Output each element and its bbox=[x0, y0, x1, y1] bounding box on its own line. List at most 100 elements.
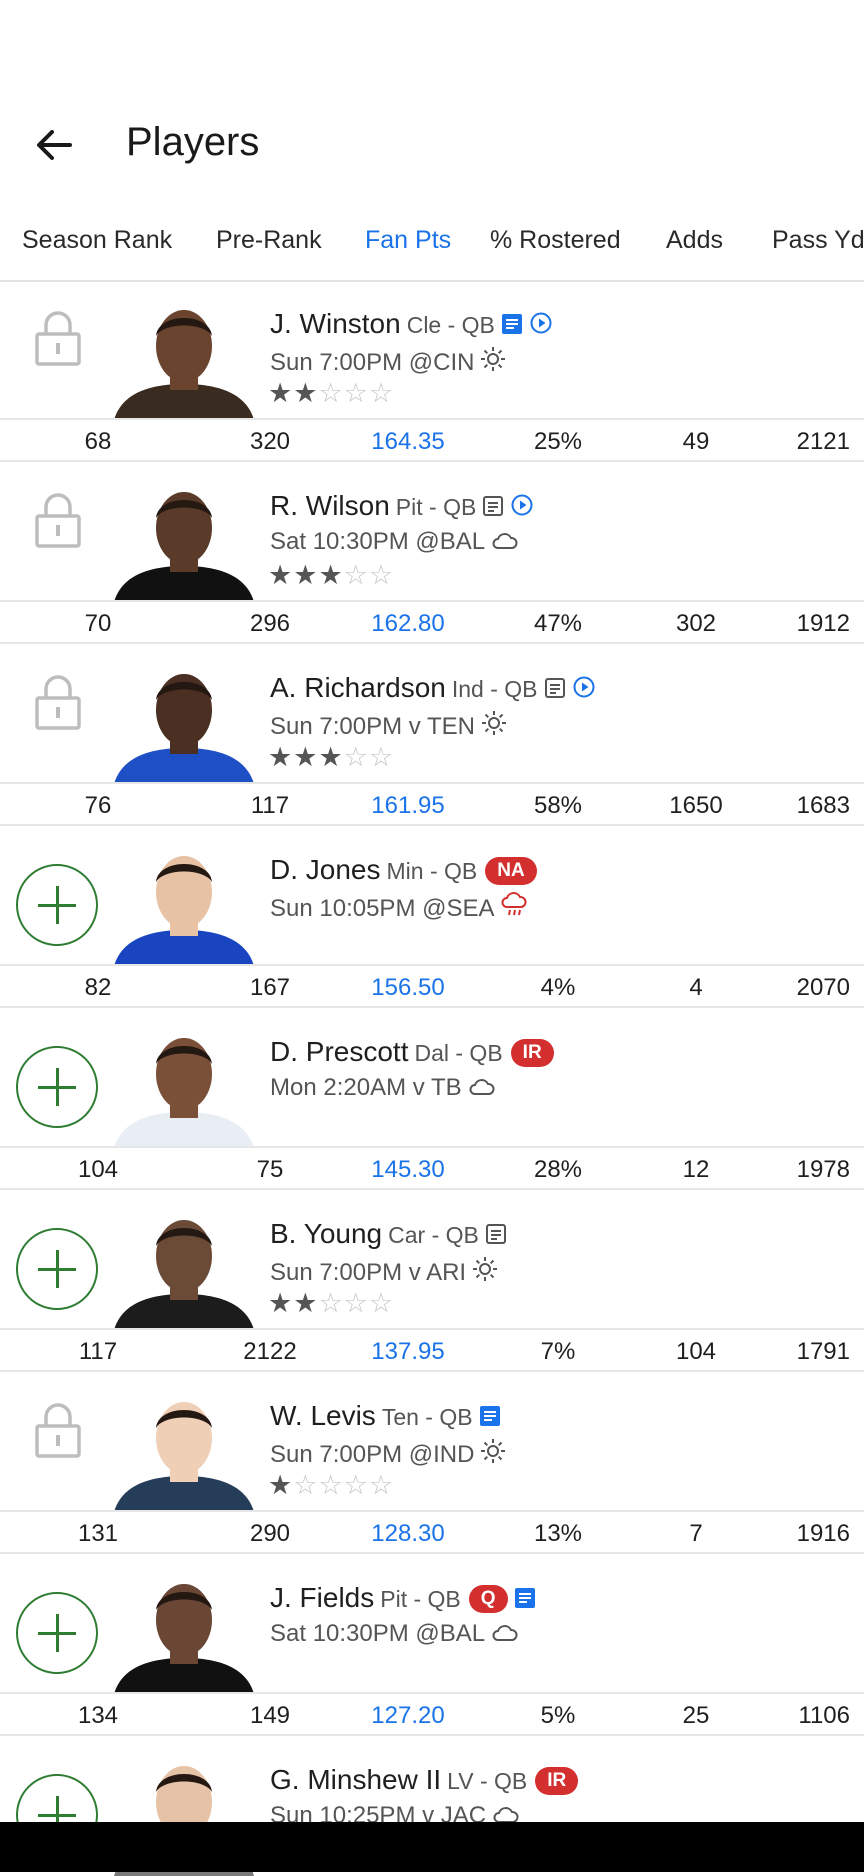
cloud-icon bbox=[468, 1075, 496, 1104]
adds-value: 25 bbox=[682, 1702, 710, 1729]
app-header: Players bbox=[0, 0, 864, 190]
player-photo bbox=[104, 1568, 264, 1694]
game-info: Sun 7:00PM @CIN bbox=[270, 346, 506, 379]
game-time: Sun 7:00PM v TEN bbox=[270, 713, 475, 740]
stats-row: 104 75 145.30 28% 12 1978 bbox=[0, 1146, 864, 1190]
player-photo bbox=[104, 840, 264, 966]
lock-icon bbox=[35, 1403, 81, 1458]
player-name-line[interactable]: A. Richardson Ind - QB bbox=[270, 672, 596, 706]
star-empty-icon: ☆ bbox=[343, 1470, 369, 1500]
season-rank-value: 134 bbox=[77, 1702, 119, 1729]
status-badge: Q bbox=[468, 1585, 508, 1613]
add-player-button[interactable] bbox=[16, 1228, 98, 1310]
tab-rostered[interactable]: % Rostered bbox=[490, 226, 621, 255]
game-time: Sat 10:30PM @BAL bbox=[270, 528, 486, 555]
star-filled-icon: ★ bbox=[293, 742, 319, 772]
player-row[interactable]: W. Levis Ten - QB Sun 7:00PM @IND ★☆☆☆☆ bbox=[0, 1374, 864, 1512]
game-time: Sun 10:05PM @SEA bbox=[270, 895, 495, 922]
pass-yds-value: 1978 bbox=[796, 1156, 850, 1183]
tab-season-rank[interactable]: Season Rank bbox=[22, 226, 172, 255]
star-filled-icon: ★ bbox=[268, 1470, 294, 1500]
star-filled-icon: ★ bbox=[268, 742, 294, 772]
star-empty-icon: ☆ bbox=[368, 742, 395, 772]
player-name[interactable]: J. Winston bbox=[270, 308, 401, 339]
note-icon[interactable] bbox=[482, 492, 504, 524]
tab-pre-rank[interactable]: Pre-Rank bbox=[216, 226, 322, 255]
add-player-button[interactable] bbox=[16, 864, 98, 946]
player-name[interactable]: B. Young bbox=[270, 1218, 382, 1249]
add-player-button[interactable] bbox=[16, 1592, 98, 1674]
season-rank-value: 82 bbox=[84, 974, 112, 1001]
player-name-line[interactable]: G. Minshew II LV - QB IR bbox=[270, 1764, 579, 1796]
play-icon[interactable] bbox=[572, 674, 596, 706]
note-icon[interactable] bbox=[479, 1402, 501, 1434]
game-info: Mon 2:20AM v TB bbox=[270, 1074, 496, 1104]
season-rank-value: 104 bbox=[77, 1156, 119, 1183]
player-row[interactable]: D. Jones Min - QB NA Sun 10:05PM @SEA bbox=[0, 828, 864, 966]
star-filled-icon: ★ bbox=[268, 560, 294, 590]
player-team-position: Pit - QB bbox=[380, 1586, 461, 1612]
player-row[interactable]: B. Young Car - QB Sun 7:00PM v ARI ★★☆☆☆ bbox=[0, 1192, 864, 1330]
fan-pts-value: 128.30 bbox=[371, 1520, 445, 1547]
season-rank-value: 117 bbox=[78, 1338, 118, 1365]
star-rating: ★☆☆☆☆ bbox=[268, 1470, 394, 1501]
add-player-button[interactable] bbox=[16, 1046, 98, 1128]
player-name-line[interactable]: W. Levis Ten - QB bbox=[270, 1400, 501, 1434]
pre-rank-value: 320 bbox=[249, 428, 291, 455]
player-team-position: Pit - QB bbox=[395, 494, 477, 520]
sun-icon bbox=[481, 710, 507, 743]
player-row[interactable]: R. Wilson Pit - QB Sat 10:30PM @BAL ★★★☆☆ bbox=[0, 464, 864, 602]
rain-icon bbox=[500, 892, 528, 925]
pre-rank-value: 149 bbox=[249, 1702, 291, 1729]
rostered-value: 25% bbox=[533, 428, 583, 455]
sun-icon bbox=[480, 346, 506, 379]
player-row[interactable]: D. Prescott Dal - QB IR Mon 2:20AM v TB bbox=[0, 1010, 864, 1148]
note-icon[interactable] bbox=[501, 310, 523, 342]
player-name-line[interactable]: B. Young Car - QB bbox=[270, 1218, 507, 1252]
fan-pts-value: 156.50 bbox=[371, 974, 445, 1001]
stats-row: 117 2122 137.95 7% 104 1791 bbox=[0, 1328, 864, 1372]
star-empty-icon: ☆ bbox=[343, 742, 369, 772]
player-row[interactable]: A. Richardson Ind - QB Sun 7:00PM v TEN ★★★… bbox=[0, 646, 864, 784]
rostered-value: 5% bbox=[540, 1702, 576, 1729]
player-name[interactable]: D. Jones bbox=[270, 854, 381, 885]
player-name[interactable]: D. Prescott bbox=[270, 1036, 408, 1067]
status-badge: IR bbox=[535, 1767, 579, 1795]
star-filled-icon: ★ bbox=[318, 742, 344, 772]
rostered-value: 7% bbox=[540, 1338, 576, 1365]
tab-adds[interactable]: Adds bbox=[666, 226, 723, 255]
star-empty-icon: ☆ bbox=[318, 1470, 344, 1500]
player-team-position: Cle - QB bbox=[406, 312, 495, 338]
star-filled-icon: ★ bbox=[268, 1288, 294, 1318]
player-name[interactable]: R. Wilson bbox=[270, 490, 390, 521]
rostered-value: 4% bbox=[540, 974, 576, 1001]
player-name-line[interactable]: J. Winston Cle - QB bbox=[270, 308, 553, 342]
player-row[interactable]: J. Winston Cle - QB Sun 7:00PM @CIN ★★☆☆☆ bbox=[0, 282, 864, 420]
player-name-line[interactable]: D. Jones Min - QB NA bbox=[270, 854, 537, 886]
player-row[interactable]: J. Fields Pit - QB Q Sat 10:30PM @BAL bbox=[0, 1556, 864, 1694]
player-name-line[interactable]: J. Fields Pit - QB Q bbox=[270, 1582, 536, 1616]
star-empty-icon: ☆ bbox=[318, 1288, 344, 1318]
back-arrow-icon[interactable] bbox=[30, 115, 90, 175]
note-icon[interactable] bbox=[485, 1220, 507, 1252]
star-empty-icon: ☆ bbox=[343, 378, 369, 408]
play-icon[interactable] bbox=[529, 310, 553, 342]
fan-pts-value: 164.35 bbox=[371, 428, 445, 455]
player-name-line[interactable]: D. Prescott Dal - QB IR bbox=[270, 1036, 554, 1068]
tab-pass-yds[interactable]: Pass Yds bbox=[772, 226, 864, 255]
note-icon[interactable] bbox=[514, 1584, 536, 1616]
adds-value: 12 bbox=[682, 1156, 710, 1183]
page-title: Players bbox=[126, 120, 260, 164]
player-name[interactable]: J. Fields bbox=[270, 1582, 374, 1613]
lock-icon bbox=[35, 675, 81, 730]
status-badge: NA bbox=[485, 857, 537, 885]
play-icon[interactable] bbox=[510, 492, 534, 524]
player-name[interactable]: A. Richardson bbox=[270, 672, 446, 703]
player-name[interactable]: W. Levis bbox=[270, 1400, 376, 1431]
player-name-line[interactable]: R. Wilson Pit - QB bbox=[270, 490, 534, 524]
pass-yds-value: 1791 bbox=[796, 1338, 850, 1365]
note-icon[interactable] bbox=[544, 674, 566, 706]
tab-fan-pts[interactable]: Fan Pts bbox=[365, 226, 451, 255]
player-name[interactable]: G. Minshew II bbox=[270, 1764, 441, 1795]
adds-value: 302 bbox=[675, 610, 717, 637]
